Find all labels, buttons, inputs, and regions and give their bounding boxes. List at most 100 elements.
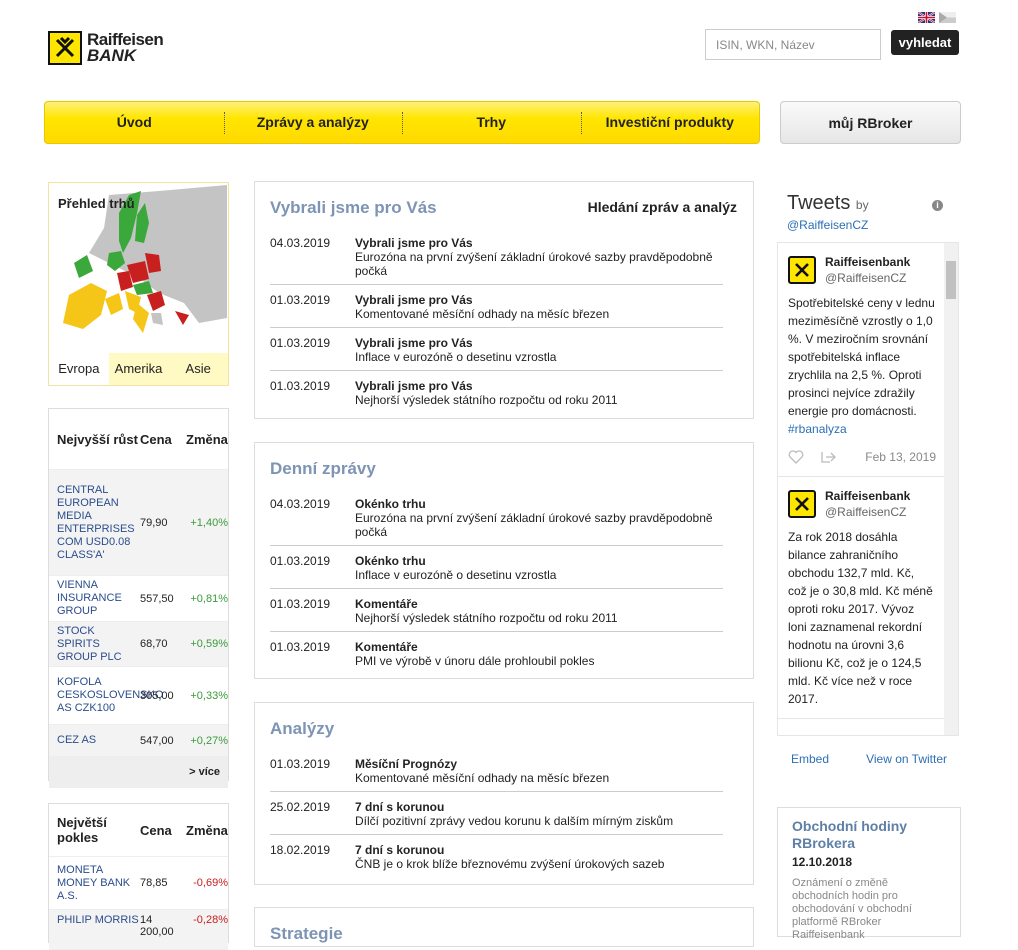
analyses-panel: Analýzy 01.03.2019 Měsíční Prognózy Koment… [254,702,754,885]
gainers-header-name: Nejvyšší růst [57,431,138,447]
news-title[interactable]: Komentáře [355,597,723,611]
news-item[interactable]: 01.03.2019 Komentáře PMI ve výrobě v únoru… [270,632,723,674]
stock-change: +0,59% [190,638,228,650]
tweet-handle[interactable]: @RaiffeisenCZ [825,504,910,520]
tweet-hashtag[interactable]: #rbanalyza [788,420,936,438]
news-title[interactable]: Komentáře [355,640,723,654]
table-row[interactable]: CENTRAL EUROPEAN MEDIA ENTERPRISES COM U… [49,470,228,576]
tweet-handle[interactable]: @RaiffeisenCZ [825,270,910,286]
embed-link[interactable]: Embed [791,752,829,766]
section-title[interactable]: Strategie [255,908,753,944]
stock-name[interactable]: PHILIP MORRIS [49,910,140,931]
gainers-more-link[interactable]: > více [49,757,228,788]
news-text[interactable]: Nejhorší výsledek státního rozpočtu od r… [355,611,618,625]
chosen-for-you-panel: Vybrali jsme pro Vás Hledání zpráv a ana… [254,181,754,419]
news-text[interactable]: Eurozóna na první zvýšení základní úroko… [355,250,713,278]
news-item[interactable]: 18.02.2019 7 dní s korunou ČNB je o krok b… [270,835,723,877]
tweet-feed[interactable]: Raiffeisenbank @RaiffeisenCZ Spotřebitels… [777,242,959,736]
search-input[interactable] [705,29,881,60]
stock-price: 14 200,00 [140,914,174,938]
news-title[interactable]: Měsíční Prognózy [355,757,723,771]
stock-name[interactable]: KOFOLA CESKOSLOVENSKO AS CZK100 [49,672,163,719]
stock-name[interactable]: CENTRAL EUROPEAN MEDIA ENTERPRISES COM U… [49,480,140,566]
view-on-twitter-link[interactable]: View on Twitter [866,752,947,766]
news-title[interactable]: Okénko trhu [355,554,723,568]
section-title[interactable]: Denní zprávy [255,443,753,479]
news-text[interactable]: Inflace v eurozóně o desetinu vzrostla [355,568,556,582]
news-item[interactable]: 04.03.2019 Okénko trhu Eurozóna na první z… [270,489,723,546]
market-overview-title: Přehled trhů [58,196,135,211]
search-news-link[interactable]: Hledání zpráv a analýz [588,199,737,215]
gainers-header-change: Změna [186,431,228,447]
table-row[interactable]: VIENNA INSURANCE GROUP 557,50 +0,81% [49,576,228,622]
notice-title[interactable]: Obchodní hodiny RBrokera [792,818,946,852]
tweet-date[interactable]: Feb 13, 2019 [865,448,936,466]
avatar[interactable] [788,490,816,518]
news-text[interactable]: Komentované měsíční odhady na měsíc břez… [355,771,609,785]
tweet[interactable]: Raiffeisenbank @RaiffeisenCZ Spotřebitels… [778,243,958,477]
stock-change: +0,27% [190,734,228,747]
news-title[interactable]: Vybrali jsme pro Vás [355,236,723,250]
tweet-feed-scrollbar[interactable] [944,243,958,735]
avatar[interactable] [788,256,816,284]
tweet[interactable]: Raiffeisenbank @RaiffeisenCZ Za rok 2018 … [778,477,958,719]
my-rbroker-button[interactable]: můj RBroker [780,101,961,144]
news-item[interactable]: 04.03.2019 Vybrali jsme pro Vás Eurozóna n… [270,228,723,285]
losers-header-price: Cena [140,822,172,838]
news-title[interactable]: Okénko trhu [355,497,723,511]
table-row[interactable]: PHILIP MORRIS 14 200,00 -0,28% [49,910,228,950]
tab-europe[interactable]: Evropa [49,353,109,385]
news-text[interactable]: Inflace v eurozóně o desetinu vzrostla [355,350,556,364]
news-title[interactable]: 7 dní s korunou [355,800,723,814]
tab-america[interactable]: Amerika [108,353,169,385]
info-icon[interactable]: i [932,200,943,211]
news-text[interactable]: Komentované měsíční odhady na měsíc břez… [355,307,609,321]
twitter-account-link[interactable]: @RaiffeisenCZ [787,218,868,232]
news-text[interactable]: Eurozóna na první zvýšení základní úroko… [355,511,713,539]
stock-name[interactable]: VIENNA INSURANCE GROUP [49,575,140,622]
stock-name[interactable]: STOCK SPIRITS GROUP PLC [49,621,140,668]
news-text[interactable]: ČNB je o krok blíže březnovému zvýšení ú… [355,857,664,871]
news-item[interactable]: 01.03.2019 Vybrali jsme pro Vás Komentovan… [270,285,723,328]
nav-item-investment-products[interactable]: Investiční produkty [580,101,760,144]
section-title[interactable]: Analýzy [255,703,753,739]
stock-name[interactable]: CEZ AS [49,730,140,751]
news-item[interactable]: 01.03.2019 Vybrali jsme pro Vás Inflace v … [270,328,723,371]
news-date: 01.03.2019 [270,379,331,393]
tweet-author[interactable]: Raiffeisenbank [825,489,910,503]
table-row[interactable]: CEZ AS 547,00 +0,27% [49,725,228,757]
news-title[interactable]: Vybrali jsme pro Vás [355,336,723,350]
news-title[interactable]: Vybrali jsme pro Vás [355,293,723,307]
news-text[interactable]: Dílčí pozitivní zprávy vedou korunu k da… [355,814,673,828]
news-text[interactable]: Nejhorší výsledek státního rozpočtu od r… [355,393,618,407]
news-item[interactable]: 01.03.2019 Okénko trhu Inflace v eurozóně … [270,546,723,589]
czech-flag-icon[interactable] [939,12,956,23]
news-text[interactable]: PMI ve výrobě v únoru dále prohloubil po… [355,654,594,668]
english-flag-icon[interactable] [918,12,935,23]
stock-price: 547,00 [140,734,174,747]
market-overview-map: Přehled trhů Evropa Amerika Asie [48,182,229,386]
stock-price: 305,00 [140,689,174,702]
news-item[interactable]: 25.02.2019 7 dní s korunou Dílčí pozitivní… [270,792,723,835]
tweet-author[interactable]: Raiffeisenbank [825,255,910,269]
raiffeisen-logo[interactable]: Raiffeisen BANK [48,28,188,68]
news-date: 18.02.2019 [270,843,331,857]
news-item[interactable]: 01.03.2019 Měsíční Prognózy Komentované mě… [270,749,723,792]
tab-asia[interactable]: Asie [168,353,229,385]
heart-icon[interactable] [788,450,804,464]
nav-item-news-analyses[interactable]: Zprávy a analýzy [223,101,403,144]
nav-item-markets[interactable]: Trhy [402,101,581,144]
news-title[interactable]: 7 dní s korunou [355,843,723,857]
table-row[interactable]: STOCK SPIRITS GROUP PLC 68,70 +0,59% [49,622,228,667]
top-losers-table: Největší pokles Cena Změna MONETA MONEY … [48,803,229,950]
share-icon[interactable] [820,450,836,464]
table-row[interactable]: MONETA MONEY BANK A.S. 78,85 -0,69% [49,857,228,910]
news-item[interactable]: 01.03.2019 Komentáře Nejhorší výsledek stá… [270,589,723,632]
stock-name[interactable]: MONETA MONEY BANK A.S. [49,860,140,907]
news-item[interactable]: 01.03.2019 Vybrali jsme pro Vás Nejhorší v… [270,371,723,413]
search-button[interactable]: vyhledat [891,30,959,55]
stock-price: 79,90 [140,516,168,529]
news-title[interactable]: Vybrali jsme pro Vás [355,379,723,393]
nav-item-uvod[interactable]: Úvod [45,101,224,144]
table-row[interactable]: KOFOLA CESKOSLOVENSKO AS CZK100 305,00 +… [49,667,228,725]
